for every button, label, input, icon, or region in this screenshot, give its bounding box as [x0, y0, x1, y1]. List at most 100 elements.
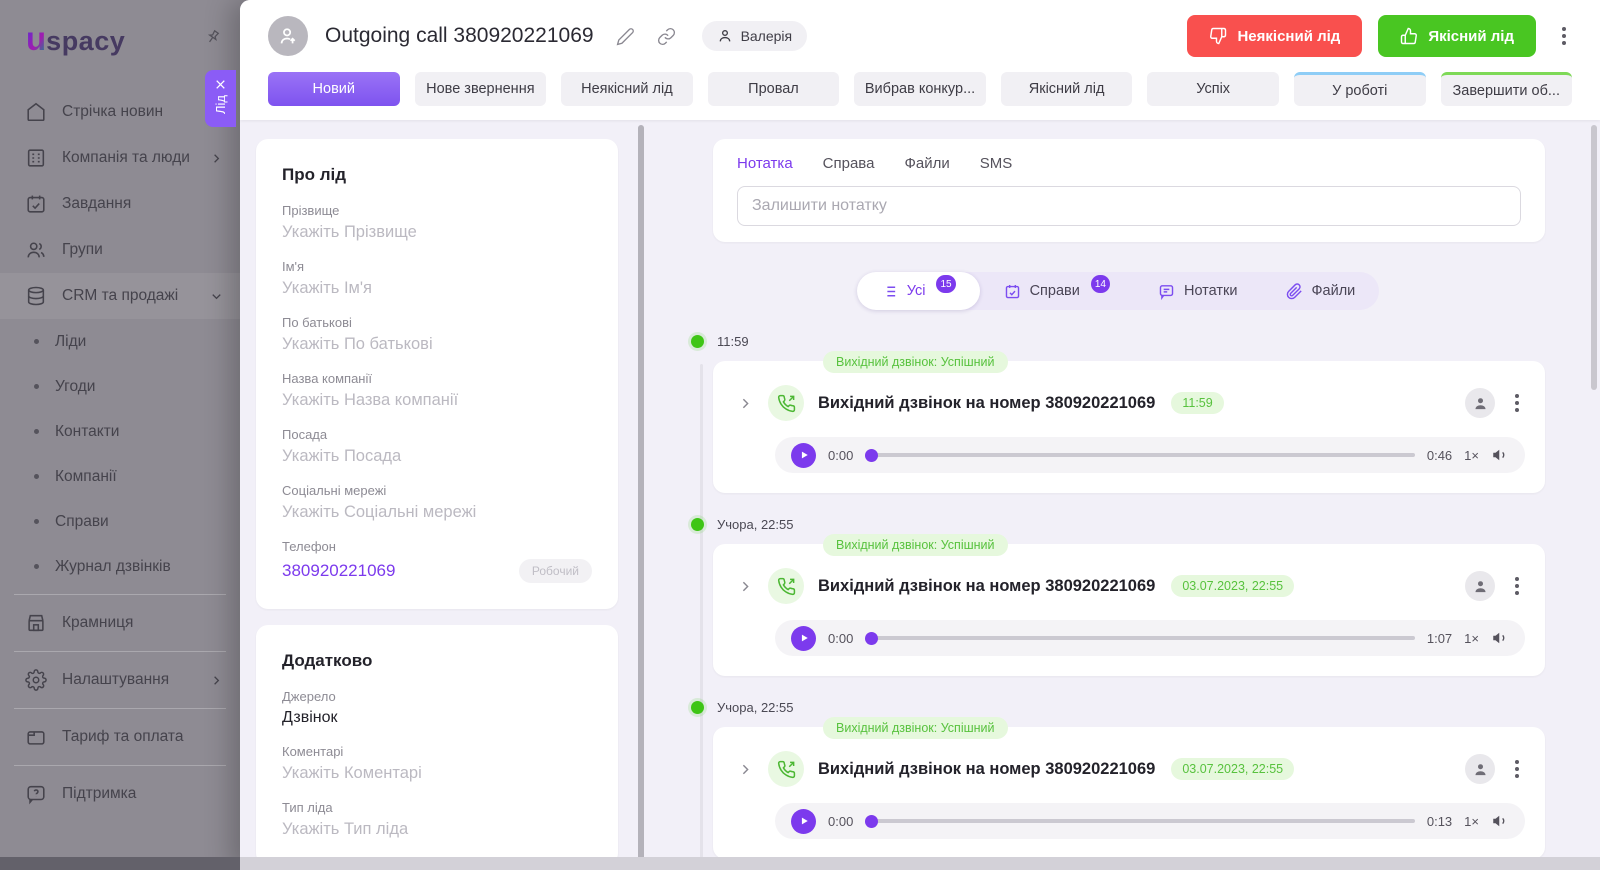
playback-speed[interactable]: 1×	[1464, 631, 1479, 646]
expand-chevron-icon[interactable]	[737, 395, 754, 412]
edit-title-icon[interactable]	[616, 27, 635, 46]
bullet-icon	[34, 384, 39, 389]
filter-notes[interactable]: Нотатки	[1134, 272, 1262, 310]
copy-link-icon[interactable]	[657, 27, 676, 46]
sidebar-item-groups[interactable]: Групи	[0, 227, 240, 273]
wallet-icon	[27, 731, 45, 745]
playback-speed[interactable]: 1×	[1464, 814, 1479, 829]
activity-timeline: 11:59 Вихідний дзвінок: Успішний Вихідни…	[691, 334, 1545, 870]
call-title: Вихідний дзвінок на номер 380920221069	[818, 576, 1156, 595]
stage-success[interactable]: Успіх	[1147, 72, 1279, 106]
home-icon	[27, 102, 45, 122]
timeline-dot-icon	[691, 518, 704, 531]
assignee-name: Валерія	[740, 28, 793, 44]
play-button[interactable]	[791, 625, 816, 651]
calendar-icon	[27, 195, 45, 213]
call-status-badge: Вихідний дзвінок: Успішний	[823, 351, 1008, 373]
stage-fail[interactable]: Провал	[707, 72, 840, 106]
stage-new[interactable]: Новий	[268, 72, 400, 106]
expand-chevron-icon[interactable]	[737, 578, 754, 595]
filter-activities[interactable]: Справи 14	[980, 272, 1134, 310]
call-responsible-avatar[interactable]	[1465, 388, 1495, 418]
assignee-chip[interactable]: Валерія	[701, 21, 808, 51]
divider	[14, 594, 226, 595]
stage-competitor[interactable]: Вибрав конкур...	[854, 72, 986, 106]
stage-in-progress[interactable]: У роботі	[1293, 72, 1426, 106]
seek-track[interactable]	[865, 631, 1415, 645]
filter-all[interactable]: Усі 15	[856, 272, 980, 310]
seek-thumb[interactable]	[865, 448, 879, 462]
playback-position: 0:00	[828, 447, 854, 463]
panel-scrollbar[interactable]	[638, 125, 644, 867]
field-source[interactable]: Джерело Дзвінок	[282, 689, 592, 727]
stage-bad-lead[interactable]: Неякісний лід	[561, 72, 693, 106]
call-responsible-avatar[interactable]	[1465, 754, 1495, 784]
bad-lead-button[interactable]: Неякісний лід	[1187, 15, 1363, 57]
seek-track[interactable]	[865, 448, 1415, 462]
call-card: Вихідний дзвінок: Успішний Вихідний дзві…	[713, 351, 1545, 493]
sidebar-item-newsfeed[interactable]: Стрічка новин	[0, 89, 240, 135]
sidebar-item-contacts[interactable]: Контакти	[0, 409, 240, 454]
timeline-group-label: 11:59	[691, 334, 1545, 349]
note-input[interactable]	[737, 186, 1521, 226]
field-comments[interactable]: Коментарі Укажіть Коментарі	[282, 744, 592, 783]
tab-activity[interactable]: Справа	[823, 155, 875, 176]
volume-icon[interactable]	[1491, 629, 1509, 647]
field-middlename[interactable]: По батькові Укажіть По батькові	[282, 315, 592, 354]
timeline-scrollbar[interactable]	[1591, 125, 1597, 390]
seek-thumb[interactable]	[865, 814, 879, 828]
call-responsible-avatar[interactable]	[1465, 571, 1495, 601]
stage-new-request[interactable]: Нове звернення	[414, 72, 547, 106]
sidebar-item-activities[interactable]: Справи	[0, 499, 240, 544]
user-icon	[1475, 763, 1485, 775]
sidebar-item-companies[interactable]: Компанії	[0, 454, 240, 499]
close-icon[interactable]	[214, 78, 227, 91]
tab-files[interactable]: Файли	[904, 155, 949, 176]
expand-chevron-icon[interactable]	[737, 761, 754, 778]
pin-sidebar-icon[interactable]	[204, 28, 222, 51]
phone-number-link[interactable]: 380920221069	[282, 561, 395, 581]
stage-finish[interactable]: Завершити об...	[1440, 72, 1573, 106]
header-more-menu-icon[interactable]	[1556, 21, 1572, 51]
field-social[interactable]: Соціальні мережі Укажіть Соціальні мереж…	[282, 483, 592, 522]
volume-icon[interactable]	[1491, 446, 1509, 464]
seek-thumb[interactable]	[865, 631, 879, 645]
volume-icon[interactable]	[1491, 812, 1509, 830]
user-icon	[719, 30, 730, 42]
sidebar-nav: Стрічка новин Компанія та люди Завдання …	[0, 89, 240, 817]
field-company-name[interactable]: Назва компанії Укажіть Назва компанії	[282, 371, 592, 410]
play-button[interactable]	[791, 808, 816, 834]
stage-good-lead[interactable]: Якісний лід	[1000, 72, 1133, 106]
uspacy-logo[interactable]: u spacy	[26, 22, 125, 57]
sidebar-item-support[interactable]: Підтримка	[0, 771, 240, 817]
field-position[interactable]: Посада Укажіть Посада	[282, 427, 592, 466]
field-firstname[interactable]: Ім'я Укажіть Ім'я	[282, 259, 592, 298]
horizontal-scrollbar[interactable]	[0, 857, 1600, 870]
playback-speed[interactable]: 1×	[1464, 448, 1479, 463]
good-lead-button[interactable]: Якісний лід	[1378, 15, 1536, 57]
field-lead-type[interactable]: Тип ліда Укажіть Тип ліда	[282, 800, 592, 839]
sidebar-item-settings[interactable]: Налаштування	[0, 657, 240, 703]
about-card-title: Про лід	[282, 165, 347, 184]
call-more-menu-icon[interactable]	[1509, 754, 1525, 784]
sidebar-item-crm[interactable]: CRM та продажі	[0, 273, 240, 319]
tab-note[interactable]: Нотатка	[737, 155, 793, 176]
tab-sms[interactable]: SMS	[980, 155, 1013, 176]
stage-pipeline: Новий Нове звернення Неякісний лід Прова…	[268, 72, 1573, 106]
call-more-menu-icon[interactable]	[1509, 571, 1525, 601]
field-lastname[interactable]: Прізвище Укажіть Прізвище	[282, 203, 592, 242]
filter-files[interactable]: Файли	[1262, 272, 1380, 310]
seek-track[interactable]	[865, 814, 1415, 828]
sidebar-item-tasks[interactable]: Завдання	[0, 181, 240, 227]
sidebar-item-leads[interactable]: Ліди	[0, 319, 240, 364]
sidebar-item-company-people[interactable]: Компанія та люди	[0, 135, 240, 181]
sidebar-item-call-log[interactable]: Журнал дзвінків	[0, 544, 240, 589]
sidebar-item-deals[interactable]: Угоди	[0, 364, 240, 409]
lead-slideover-tab[interactable]: Лід	[205, 70, 236, 127]
message-icon	[1159, 284, 1174, 300]
sidebar-item-billing[interactable]: Тариф та оплата	[0, 714, 240, 760]
play-button[interactable]	[791, 442, 816, 468]
call-more-menu-icon[interactable]	[1509, 388, 1525, 418]
call-time-pill: 03.07.2023, 22:55	[1171, 575, 1295, 597]
sidebar-item-marketplace[interactable]: Крамниця	[0, 600, 240, 646]
